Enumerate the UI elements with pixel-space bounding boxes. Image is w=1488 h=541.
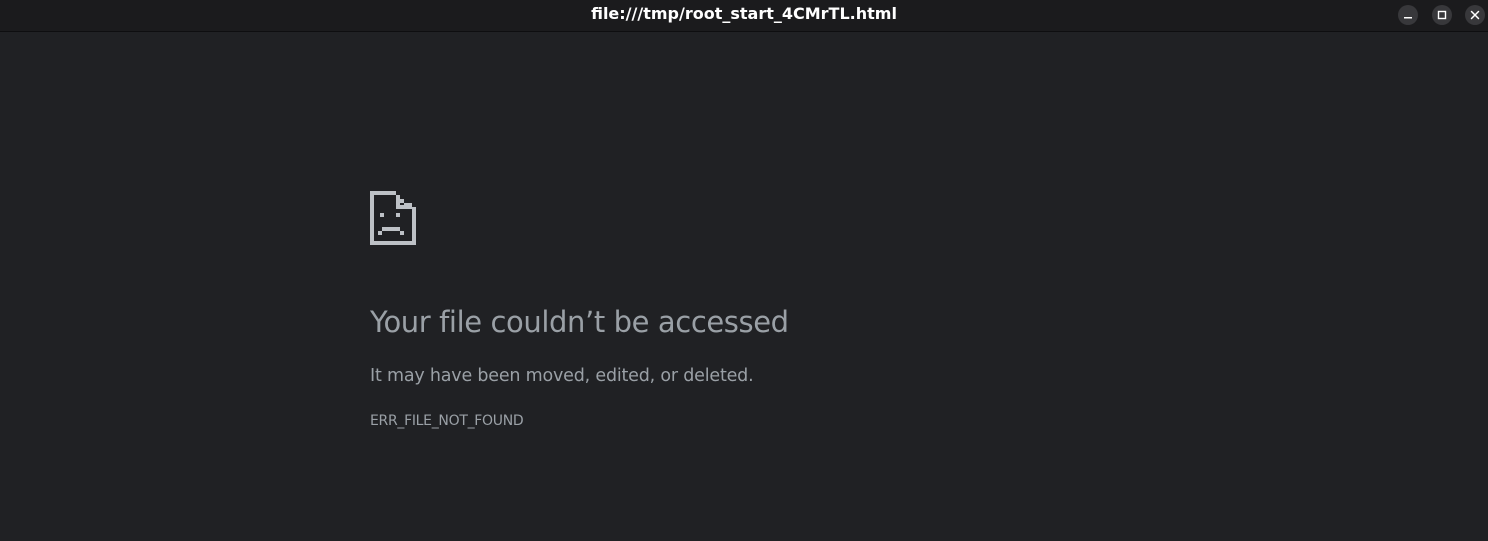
close-button[interactable] [1465, 5, 1485, 25]
window-title: file:///tmp/root_start_4CMrTL.html [591, 4, 897, 23]
error-message: It may have been moved, edited, or delet… [370, 366, 754, 386]
minimize-button[interactable] [1398, 5, 1418, 25]
error-page: Your file couldn’t be accessed It may ha… [0, 33, 1488, 541]
error-title: Your file couldn’t be accessed [370, 305, 789, 339]
window-titlebar[interactable]: file:///tmp/root_start_4CMrTL.html [0, 0, 1488, 32]
maximize-icon [1437, 10, 1447, 20]
error-code: ERR_FILE_NOT_FOUND [370, 413, 524, 429]
maximize-button[interactable] [1432, 5, 1452, 25]
minimize-icon [1404, 17, 1412, 19]
close-icon [1470, 10, 1480, 20]
sad-file-icon [370, 191, 416, 245]
